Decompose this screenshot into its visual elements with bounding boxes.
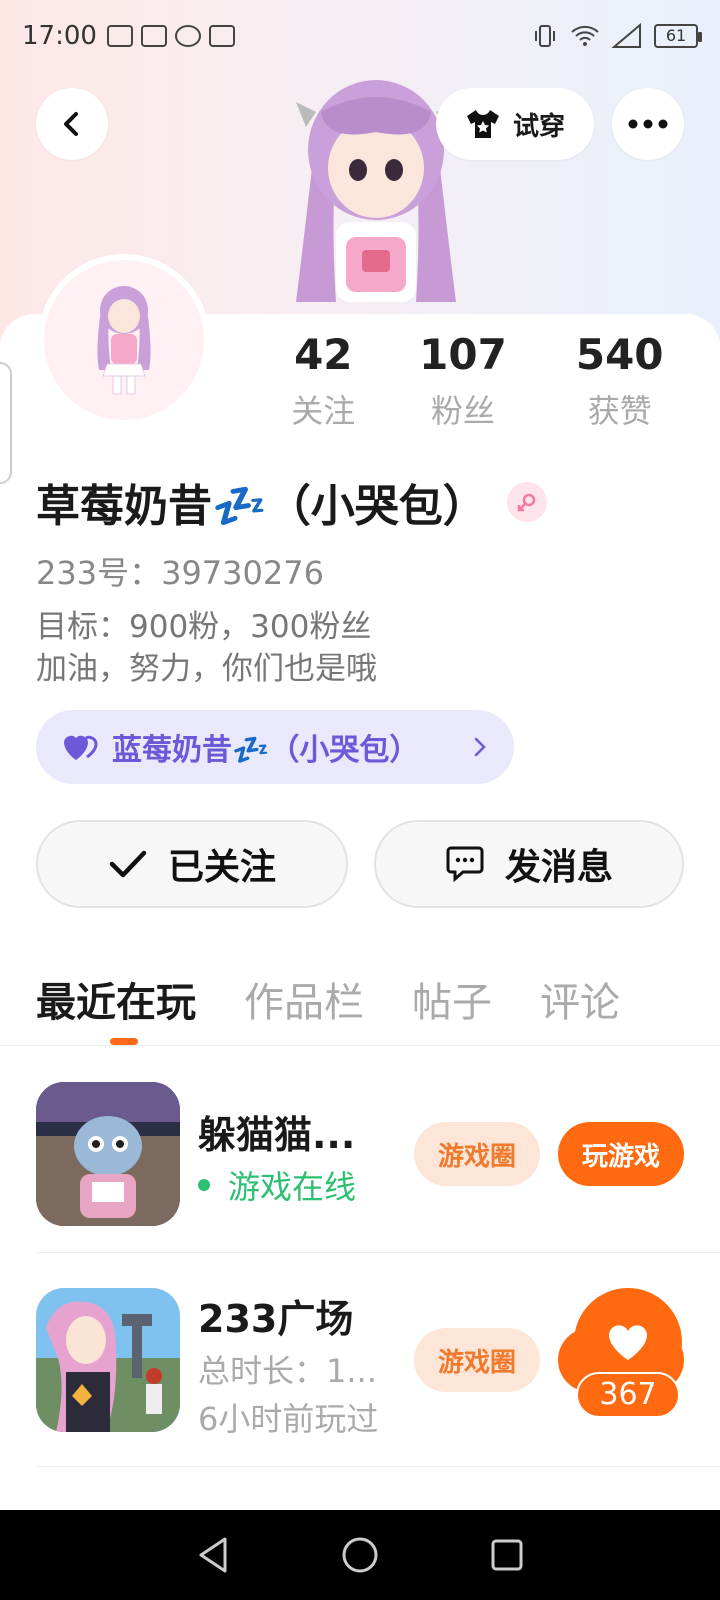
- divider: [36, 1252, 720, 1253]
- online-status-label: 游戏在线: [228, 1168, 357, 1206]
- game-duration: 总时长：1...: [198, 1352, 377, 1390]
- signal-icon: [612, 23, 641, 48]
- more-options-button[interactable]: [612, 88, 684, 160]
- linked-profile-pill[interactable]: 蓝莓奶昔💤（小哭包）: [36, 710, 514, 784]
- stat-following[interactable]: 42 关注: [270, 330, 377, 432]
- status-bar: 17:00 61: [0, 0, 720, 72]
- bio: 目标：900粉，300粉丝 加油，努力，你们也是哦: [36, 606, 377, 690]
- system-navigation-bar: [0, 1510, 720, 1600]
- side-handle[interactable]: [0, 362, 12, 484]
- tab-recently-played[interactable]: 最近在玩: [36, 970, 196, 1028]
- stat-followers[interactable]: 107 粉丝: [377, 330, 550, 432]
- game-title: 躲猫猫...: [198, 1113, 356, 1157]
- status-time: 17:00: [22, 21, 97, 51]
- back-button[interactable]: [36, 88, 108, 160]
- stat-label: 获赞: [587, 392, 652, 430]
- calendar-icon: [140, 25, 167, 47]
- stat-value: 540: [575, 330, 664, 379]
- like-count: 367: [576, 1372, 680, 1418]
- vibrate-icon: [535, 25, 555, 47]
- female-icon: [506, 482, 547, 522]
- game-circle-button[interactable]: 游戏圈: [414, 1328, 540, 1392]
- video-icon: [106, 25, 133, 47]
- divider: [0, 1045, 720, 1046]
- game-status: 游戏在线: [198, 1162, 356, 1208]
- avatar[interactable]: [38, 254, 210, 426]
- image-icon: [208, 25, 235, 47]
- user-id: 233号：39730276: [36, 554, 324, 592]
- divider: [36, 1466, 720, 1467]
- floating-like-button[interactable]: 367: [574, 1288, 682, 1420]
- home-circle-icon[interactable]: [340, 1535, 380, 1575]
- chevron-right-icon: [474, 737, 486, 757]
- tab-comments[interactable]: 评论: [540, 970, 620, 1028]
- stat-value: 42: [294, 330, 353, 379]
- active-tab-indicator: [110, 1038, 138, 1045]
- game-title: 233广场: [198, 1297, 354, 1341]
- app-icon: [174, 25, 201, 47]
- followed-button[interactable]: 已关注: [36, 820, 348, 908]
- send-message-button[interactable]: 发消息: [374, 820, 684, 908]
- bio-line: 目标：900粉，300粉丝: [36, 609, 372, 645]
- game-last-played: 6小时前玩过: [198, 1400, 379, 1438]
- game-icon-233-plaza[interactable]: [36, 1288, 180, 1432]
- send-message-label: 发消息: [504, 847, 613, 888]
- wifi-icon: [571, 25, 599, 46]
- name-row: 草莓奶昔💤（小哭包）: [36, 470, 547, 534]
- game-circle-button[interactable]: 游戏圈: [414, 1122, 540, 1186]
- stat-label: 关注: [291, 392, 356, 430]
- stat-label: 粉丝: [430, 392, 495, 430]
- try-on-button[interactable]: 试穿: [436, 88, 594, 160]
- try-on-label: 试穿: [512, 111, 565, 142]
- check-icon: [109, 850, 147, 878]
- more-dots-icon: [628, 119, 668, 129]
- chevron-left-icon: [64, 112, 78, 136]
- stat-likes[interactable]: 540 获赞: [549, 330, 690, 432]
- heart-icon: [609, 1325, 647, 1360]
- tshirt-icon: [466, 110, 499, 138]
- stats-row: 42 关注 107 粉丝 540 获赞: [270, 330, 690, 432]
- tab-posts[interactable]: 帖子: [412, 970, 492, 1028]
- recents-square-icon[interactable]: [489, 1537, 525, 1573]
- stat-value: 107: [419, 330, 507, 379]
- followed-label: 已关注: [167, 847, 276, 888]
- notification-icons: [106, 25, 235, 47]
- battery-icon: 61: [654, 24, 702, 48]
- bio-line: 加油，努力，你们也是哦: [36, 651, 377, 687]
- tab-works[interactable]: 作品栏: [244, 970, 364, 1028]
- heart-icon: [64, 735, 98, 760]
- game-icon-hide-and-seek[interactable]: [36, 1082, 180, 1226]
- message-icon: [446, 846, 484, 883]
- back-triangle-icon[interactable]: [195, 1535, 231, 1575]
- profile-name: 草莓奶昔💤（小哭包）: [36, 481, 487, 532]
- play-game-button[interactable]: 玩游戏: [558, 1122, 684, 1186]
- game-row-hide-and-seek[interactable]: 躲猫猫... 游戏在线 游戏圈 玩游戏: [36, 1082, 684, 1228]
- online-dot-icon: [198, 1179, 210, 1191]
- profile-tabs: 最近在玩 作品栏 帖子 评论: [36, 970, 620, 1028]
- avatar-figure: [97, 286, 151, 395]
- linked-profile-label: 蓝莓奶昔💤（小哭包）: [112, 733, 420, 768]
